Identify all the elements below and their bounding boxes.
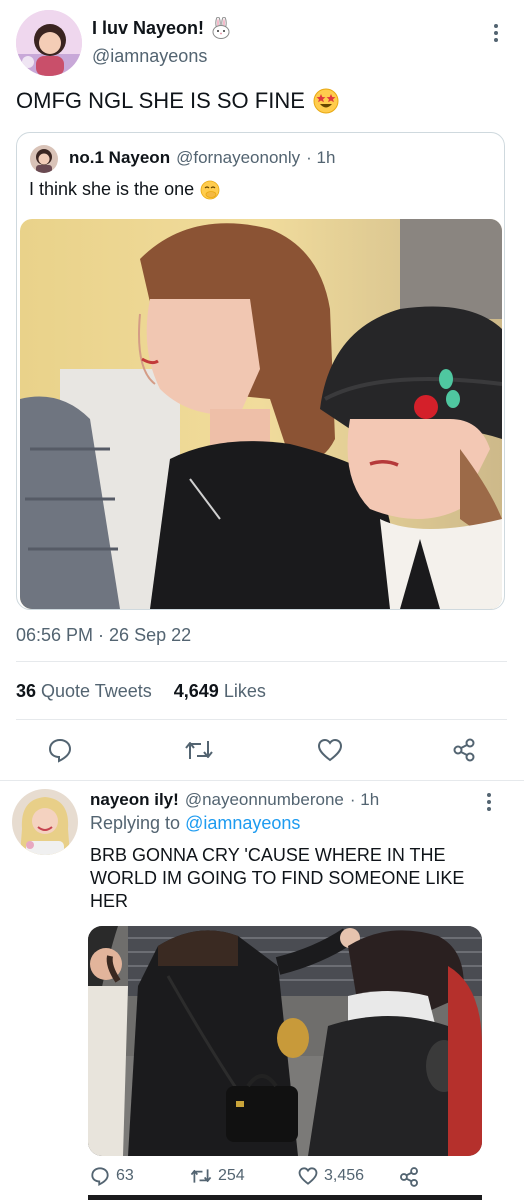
reply-handle[interactable]: @nayeonnumberone [185, 790, 344, 810]
reply-display-name[interactable]: nayeon ily! [90, 790, 179, 810]
like-icon[interactable] [298, 1166, 318, 1186]
main-tweet-handle[interactable]: @iamnayeons [92, 46, 207, 67]
divider [16, 719, 507, 720]
main-tweet-avatar[interactable] [16, 10, 82, 76]
reply-avatar[interactable] [12, 789, 78, 855]
more-options-icon[interactable] [488, 20, 504, 46]
divider [16, 661, 507, 662]
quoted-tweet-handle: @fornayeononly [176, 148, 301, 167]
next-post-peek [88, 1195, 482, 1200]
like-icon[interactable] [316, 736, 344, 764]
reply-icon[interactable] [46, 736, 74, 764]
replying-to-label: Replying to [90, 813, 181, 833]
likes-label[interactable]: Likes [224, 681, 266, 702]
photo-image [88, 926, 482, 1156]
replying-to-handle[interactable]: @iamnayeons [185, 813, 300, 834]
main-tweet-display-name[interactable]: I luv Nayeon! [92, 18, 204, 39]
photo-image [20, 219, 502, 609]
quoted-tweet-display-name: no.1 Nayeon [69, 148, 171, 167]
main-tweet-text: OMFG NGL SHE IS SO FINE [16, 88, 305, 113]
reply-icon[interactable] [90, 1166, 110, 1186]
likes-count[interactable]: 4,649 [174, 681, 219, 702]
quoted-tweet-text: I think she is the one [29, 179, 195, 199]
divider [0, 780, 524, 781]
quote-tweets-label[interactable]: Quote Tweets [41, 681, 152, 702]
avatar-image [12, 789, 78, 855]
reply-time: · 1h [349, 790, 380, 809]
quoted-tweet-card[interactable]: no.1 Nayeon @fornayeononly · 1h I think … [16, 132, 505, 610]
quoted-tweet-time: · 1h [306, 148, 336, 167]
star-struck-emoji-icon [313, 88, 339, 114]
like-count: 3,456 [324, 1167, 365, 1184]
avatar-image [16, 10, 82, 76]
reply-more-options-icon[interactable] [482, 790, 496, 814]
reply-count: 63 [116, 1167, 134, 1184]
quoted-tweet-avatar [30, 145, 58, 173]
main-tweet-timestamp[interactable]: 06:56 PM · 26 Sep 22 [16, 625, 191, 646]
reply-text: BRB GONNA CRY 'CAUSE WHERE IN THE WORLD … [90, 845, 465, 911]
rabbit-icon [210, 16, 232, 39]
retweet-count: 254 [218, 1167, 245, 1184]
quoted-tweet-photo[interactable] [20, 219, 502, 609]
quote-tweets-count[interactable]: 36 [16, 681, 36, 702]
hand-over-mouth-emoji-icon [200, 180, 220, 200]
retweet-icon[interactable] [190, 1166, 212, 1186]
retweet-icon[interactable] [184, 736, 214, 764]
reply-photo[interactable] [88, 926, 482, 1156]
share-icon[interactable] [450, 736, 478, 764]
share-icon[interactable] [398, 1166, 420, 1188]
